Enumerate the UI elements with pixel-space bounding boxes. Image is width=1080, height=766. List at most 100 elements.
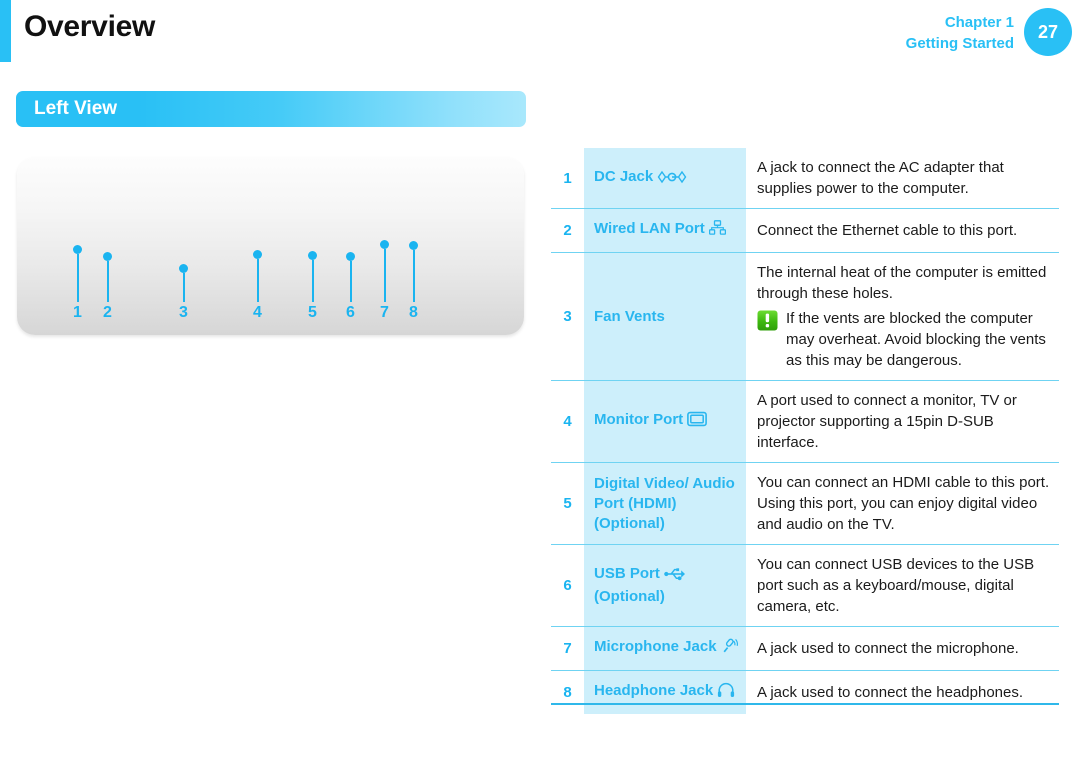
left-side-view-illustration (17, 157, 524, 335)
usb-icon (664, 567, 686, 587)
port-label: DC Jack (594, 167, 687, 190)
row-label-cell: Headphone Jack (584, 671, 746, 714)
callout-dot (409, 241, 418, 250)
callout-line (182, 273, 185, 302)
port-description-table: 1 DC Jack A jack to connect the AC adapter… (551, 148, 1059, 714)
row-description-cell: Connect the Ethernet cable to this port. (746, 209, 1059, 252)
row-number: 4 (551, 381, 584, 462)
port-label: Digital Video/ Audio Port (HDMI) (Option… (594, 474, 735, 532)
header-chapter-block: Chapter 1 Getting Started (906, 12, 1014, 54)
warning-note: If the vents are blocked the computer ma… (757, 308, 1053, 371)
port-description: A jack to connect the AC adapter that su… (757, 159, 1004, 197)
callout-number: 4 (253, 304, 262, 321)
row-description-cell: A jack used to connect the headphones. (746, 671, 1059, 714)
callout-line (256, 259, 259, 302)
table-row: 3 Fan Vents The internal heat of the compu… (551, 253, 1059, 381)
callout-number: 1 (73, 304, 82, 321)
callout-line (349, 261, 352, 302)
row-description-cell: A jack used to connect the microphone. (746, 627, 1059, 670)
callout-line (76, 254, 79, 302)
callout-dot (380, 240, 389, 249)
wired-lan-icon (708, 220, 726, 242)
port-description: A jack used to connect the headphones. (757, 684, 1024, 701)
row-label-cell: Microphone Jack (584, 627, 746, 670)
port-description: A port used to connect a monitor, TV or … (757, 392, 1017, 451)
row-label-cell: Monitor Port (584, 381, 746, 462)
port-label: Wired LAN Port (594, 219, 726, 242)
port-label: Monitor Port (594, 410, 708, 433)
callout-number: 6 (346, 304, 355, 321)
port-label: USB Port (Optional) (594, 564, 686, 607)
callout-1: 1 (73, 245, 82, 321)
table-row: 8 Headphone Jack A jack used to connect th… (551, 671, 1059, 714)
callout-dot (346, 252, 355, 261)
warning-note-text: If the vents are blocked the computer ma… (786, 310, 1046, 369)
callout-line (311, 260, 314, 302)
chapter-label: Chapter 1 (944, 14, 1014, 31)
port-description: The internal heat of the computer is emi… (757, 264, 1047, 302)
callout-number: 2 (103, 304, 112, 321)
section-banner: Left View (16, 91, 526, 127)
callout-2: 2 (103, 252, 112, 321)
port-description: You can connect USB devices to the USB p… (757, 556, 1035, 615)
row-description-cell: You can connect USB devices to the USB p… (746, 545, 1059, 626)
chapter-subtitle: Getting Started (905, 35, 1014, 52)
callout-line (383, 249, 386, 302)
row-description-cell: A port used to connect a monitor, TV or … (746, 381, 1059, 462)
row-number: 1 (551, 148, 584, 208)
row-description-cell: A jack to connect the AC adapter that su… (746, 148, 1059, 208)
port-label: Headphone Jack (594, 681, 735, 704)
row-label-cell: DC Jack (584, 148, 746, 208)
table-row: 2 Wired LAN Port Connect the Ethernet cabl… (551, 209, 1059, 253)
table-row: 7 Microphone Jack A jack used to connect t… (551, 627, 1059, 671)
row-label-cell: Digital Video/ Audio Port (HDMI) (Option… (584, 463, 746, 544)
page-number-badge: 27 (1024, 8, 1072, 56)
row-number: 8 (551, 671, 584, 714)
section-banner-label: Left View (34, 98, 118, 119)
row-label-cell: Fan Vents (584, 253, 746, 380)
callout-5: 5 (308, 251, 317, 321)
callout-4: 4 (253, 250, 262, 321)
row-description-cell: You can connect an HDMI cable to this po… (746, 463, 1059, 544)
row-number: 2 (551, 209, 584, 252)
callout-dot (103, 252, 112, 261)
callout-dot (308, 251, 317, 260)
port-description: A jack used to connect the microphone. (757, 640, 1019, 657)
callout-3: 3 (179, 264, 188, 321)
table-row: 5 Digital Video/ Audio Port (HDMI) (Optio… (551, 463, 1059, 545)
callout-6: 6 (346, 252, 355, 321)
callout-line (106, 261, 109, 302)
row-label-cell: Wired LAN Port (584, 209, 746, 252)
headphone-icon (717, 682, 735, 704)
table-row: 4 Monitor Port A port used to connect a mo… (551, 381, 1059, 463)
callout-number: 7 (380, 304, 389, 321)
microphone-icon (721, 638, 739, 660)
monitor-port-icon (687, 411, 708, 433)
callout-number: 8 (409, 304, 418, 321)
header-accent-bar (0, 0, 11, 62)
callout-number: 5 (308, 304, 317, 321)
callout-dot (253, 250, 262, 259)
callout-8: 8 (409, 241, 418, 321)
port-description: You can connect an HDMI cable to this po… (757, 474, 1050, 533)
callout-line (412, 250, 415, 302)
callout-7: 7 (380, 240, 389, 321)
callout-dot (73, 245, 82, 254)
table-row: 1 DC Jack A jack to connect the AC adapter… (551, 148, 1059, 209)
manual-page: Overview Chapter 1 Getting Started 27 Le… (0, 0, 1080, 766)
port-description: Connect the Ethernet cable to this port. (757, 222, 1018, 239)
warning-icon (757, 310, 778, 331)
callout-number: 3 (179, 304, 188, 321)
callout-dot (179, 264, 188, 273)
dc-jack-icon (657, 170, 687, 190)
row-number: 6 (551, 545, 584, 626)
port-label: Fan Vents (594, 307, 665, 325)
table-row: 6 USB Port (Optional) You can connect USB d… (551, 545, 1059, 627)
row-number: 5 (551, 463, 584, 544)
row-number: 3 (551, 253, 584, 380)
port-label: Microphone Jack (594, 637, 739, 660)
table-bottom-rule (551, 703, 1059, 705)
row-number: 7 (551, 627, 584, 670)
row-label-cell: USB Port (Optional) (584, 545, 746, 626)
row-description-cell: The internal heat of the computer is emi… (746, 253, 1059, 380)
